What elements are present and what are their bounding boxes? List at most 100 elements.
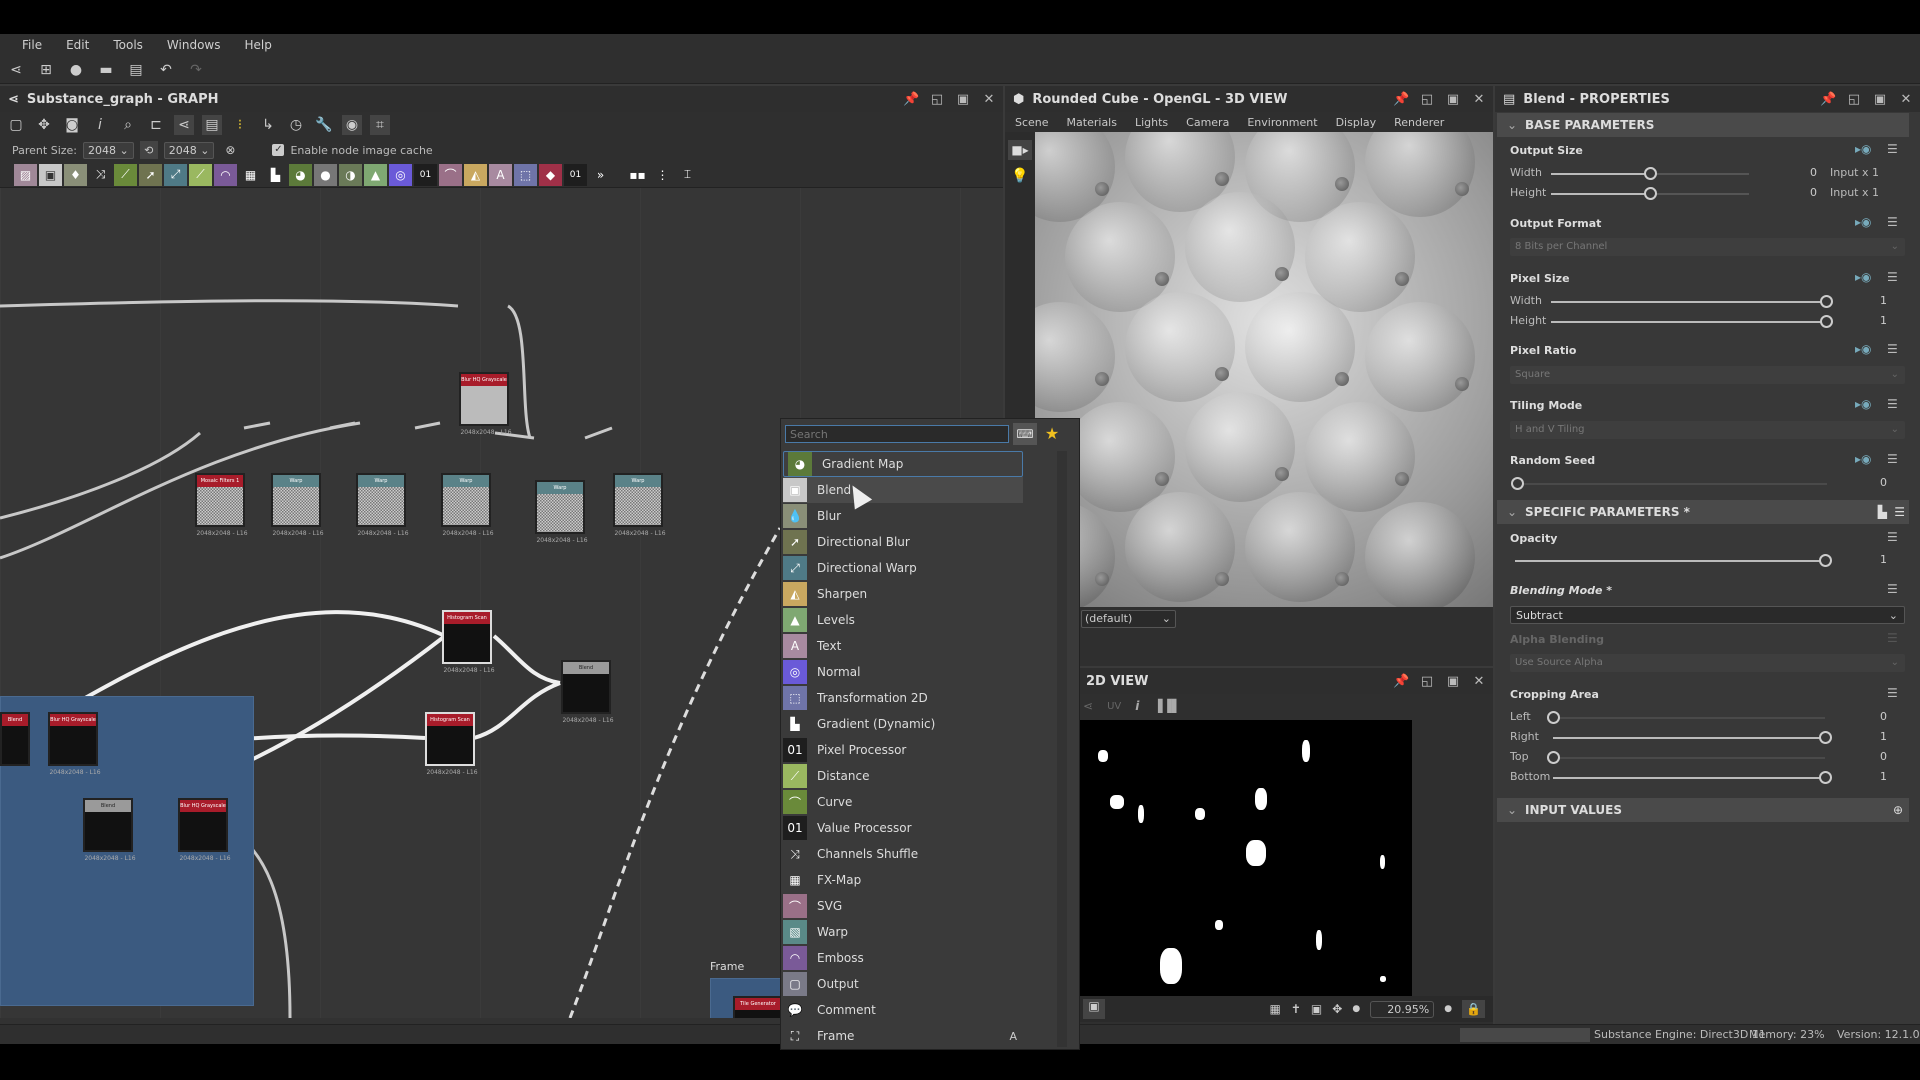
parent-size-height-select[interactable]: 2048 ⌄ [163, 141, 215, 159]
search-result-item[interactable]: ⌒ SVG [783, 893, 1023, 919]
camera-icon[interactable]: ■▸ [1008, 140, 1032, 160]
search-result-item[interactable]: ◕ Gradient Map [783, 451, 1023, 477]
graph-layout-icon[interactable]: ⋖ [174, 115, 194, 135]
float-icon[interactable]: ◱ [1419, 92, 1435, 107]
search-result-item[interactable]: ▣ Blend [783, 477, 1023, 503]
search-result-item[interactable]: ▢ Output [783, 971, 1023, 997]
graph-node[interactable]: Blend [0, 712, 30, 766]
enable-cache-checkbox[interactable]: ✓ [272, 144, 285, 156]
zoom-in-icon[interactable]: ● [1444, 1004, 1452, 1014]
graph-node-selected[interactable]: Blend 2048x2048 - L16 [561, 660, 614, 724]
palette-bitmap-icon[interactable]: ▨ [14, 163, 37, 186]
search-result-item[interactable]: ▲ Levels [783, 607, 1023, 633]
redo-icon[interactable]: ↷ [186, 60, 206, 80]
menu-windows[interactable]: Windows [155, 38, 233, 52]
float-icon[interactable]: ◱ [1846, 92, 1862, 107]
palette-blur-icon[interactable]: ♦ [64, 163, 87, 186]
palette-directional-warp-icon[interactable]: ⤢ [164, 163, 187, 186]
inheritance-icon[interactable]: ▸◉ [1855, 342, 1872, 356]
palette-transformation-icon[interactable]: ⬚ [514, 163, 537, 186]
3d-viewport[interactable] [1035, 132, 1493, 607]
grid-icon[interactable]: ▦ [1270, 1002, 1281, 1016]
info-icon[interactable]: i [90, 115, 110, 135]
histogram-icon[interactable]: ▐▐▌ [1153, 699, 1181, 713]
graph-node[interactable]: Warp 2048x2048 - L16 [535, 480, 588, 544]
param-menu-icon[interactable]: ☰ [1887, 215, 1898, 229]
graph-icon[interactable]: ⋖ [1083, 699, 1093, 713]
param-menu-icon[interactable]: ☰ [1887, 686, 1898, 700]
crop-left-slider[interactable] [1547, 711, 1825, 724]
param-menu-icon[interactable]: ☰ [1887, 582, 1898, 596]
float-icon[interactable]: ◱ [929, 92, 945, 107]
close-icon[interactable]: ✕ [981, 92, 997, 107]
search-result-item[interactable]: 01 Pixel Processor [783, 737, 1023, 763]
star-icon[interactable]: ★ [1041, 423, 1063, 445]
preset-icon[interactable]: ▙ [1878, 505, 1887, 519]
output-height-slider[interactable] [1551, 187, 1749, 200]
graph-node[interactable]: Warp 2048x2048 - L16 [613, 473, 666, 537]
lock-icon[interactable]: 🔒 [1462, 1000, 1485, 1018]
connector-icon[interactable]: ↳ [258, 115, 278, 135]
param-menu-icon[interactable]: ☰ [1887, 270, 1898, 284]
menu-edit[interactable]: Edit [54, 38, 101, 52]
close-icon[interactable]: ✕ [1471, 674, 1487, 689]
align-icon[interactable]: ⁝ [230, 115, 250, 135]
pin-icon[interactable]: 📌 [903, 92, 919, 107]
preview-icon[interactable]: ◉ [342, 115, 362, 135]
graph-node[interactable]: Mosaic Filters 1 2048x2048 - L16 [195, 473, 248, 537]
graph-node[interactable]: Warp 2048x2048 - L16 [441, 473, 494, 537]
maximize-icon[interactable]: ▣ [1872, 92, 1888, 107]
uv-select[interactable]: UV [1107, 701, 1121, 712]
graph-node[interactable]: Histogram Scan 2048x2048 - L16 [425, 712, 478, 776]
3d-menu-renderer[interactable]: Renderer [1394, 116, 1444, 129]
tiling-icon[interactable]: ✝ [1291, 1002, 1301, 1016]
palette-text-icon[interactable]: A [489, 163, 512, 186]
param-menu-icon[interactable]: ☰ [1887, 631, 1898, 645]
pin-icon[interactable]: 📌 [1393, 674, 1409, 689]
search-result-item[interactable]: ▙ Gradient (Dynamic) [783, 711, 1023, 737]
3d-menu-materials[interactable]: Materials [1067, 116, 1117, 129]
pixel-ratio-select[interactable]: Square ⌄ [1510, 366, 1905, 384]
inheritance-icon[interactable]: ▸◉ [1855, 452, 1872, 466]
zoom-level-input[interactable]: 20.95% [1370, 1000, 1435, 1018]
palette-emboss-icon[interactable]: ◠ [214, 163, 237, 186]
palette-gradient-map-icon[interactable]: ◕ [289, 163, 312, 186]
add-input-icon[interactable]: ⊕ [1893, 803, 1903, 817]
3d-menu-environment[interactable]: Environment [1247, 116, 1317, 129]
palette-distribute-icon[interactable]: ⌶ [676, 164, 699, 186]
search-icon[interactable]: ⌕ [118, 115, 138, 135]
palette-sharpen-icon[interactable]: ◭ [464, 163, 487, 186]
search-result-item[interactable]: ➚ Directional Blur [783, 529, 1023, 555]
graph-node[interactable]: Warp 2048x2048 - L16 [271, 473, 324, 537]
search-result-item[interactable]: A Text [783, 633, 1023, 659]
palette-curve-icon[interactable]: ⟋ [114, 163, 137, 186]
link-size-icon[interactable]: ⟲ [139, 141, 158, 159]
search-result-item[interactable]: 01 Value Processor [783, 815, 1023, 841]
3d-menu-camera[interactable]: Camera [1186, 116, 1229, 129]
palette-levels-icon[interactable]: ▲ [364, 163, 387, 186]
pixel-width-slider[interactable] [1551, 295, 1833, 308]
output-width-slider[interactable] [1551, 167, 1749, 180]
pin-icon[interactable]: 📌 [1393, 92, 1409, 107]
palette-hsl-icon[interactable]: ◑ [339, 163, 362, 186]
display-mode-icon[interactable]: ▣ [1083, 999, 1105, 1019]
timer-icon[interactable]: ◷ [286, 115, 306, 135]
blending-mode-select[interactable]: Subtract ⌄ [1510, 606, 1905, 624]
search-result-item[interactable]: ⛶ Frame A [783, 1023, 1023, 1049]
search-input[interactable] [785, 425, 1009, 443]
palette-more-icon[interactable]: » [589, 164, 612, 186]
random-seed-slider[interactable] [1511, 477, 1827, 490]
graph-node[interactable]: Blend 2048x2048 - L16 [83, 798, 136, 862]
tiling-mode-select[interactable]: H and V Tiling ⌄ [1510, 421, 1905, 439]
palette-pixel-processor-icon[interactable]: 01 [414, 163, 437, 186]
search-result-item[interactable]: ⤢ Directional Warp [783, 555, 1023, 581]
pan-icon[interactable]: ✥ [1332, 1002, 1342, 1016]
param-menu-icon[interactable]: ☰ [1887, 452, 1898, 466]
search-result-item[interactable]: ◠ Emboss [783, 945, 1023, 971]
alpha-blending-select[interactable]: Use Source Alpha ⌄ [1510, 654, 1905, 672]
palette-fx-map-icon[interactable]: ▦ [239, 164, 262, 186]
crop-top-slider[interactable] [1547, 751, 1825, 764]
graph-node[interactable]: Histogram Scan 2048x2048 - L16 [442, 610, 495, 674]
search-result-item[interactable]: ⌒ Curve [783, 789, 1023, 815]
undo-icon[interactable]: ↶ [156, 60, 176, 80]
